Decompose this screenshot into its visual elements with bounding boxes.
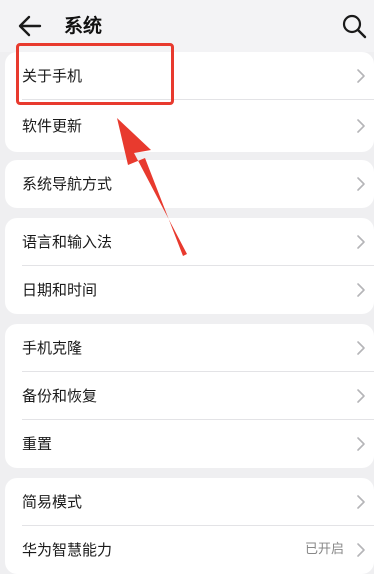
- menu-item-date-time[interactable]: 日期和时间: [5, 266, 374, 314]
- back-button[interactable]: [14, 12, 50, 40]
- menu-item-label: 日期和时间: [22, 281, 98, 299]
- menu-item-system-navigation[interactable]: 系统导航方式: [5, 160, 374, 208]
- menu-item-reset[interactable]: 重置: [5, 420, 374, 468]
- menu-item-label: 重置: [22, 435, 53, 453]
- chevron-right-icon: [357, 235, 365, 249]
- menu-item-label: 简易模式: [22, 493, 83, 511]
- chevron-right-icon: [357, 437, 365, 451]
- chevron-right-icon: [357, 177, 365, 191]
- menu-item-label: 手机克隆: [22, 339, 83, 357]
- chevron-right-icon: [357, 119, 365, 133]
- menu-item-language-input[interactable]: 语言和输入法: [5, 218, 374, 266]
- menu-item-label: 软件更新: [22, 117, 83, 135]
- menu-item-label: 备份和恢复: [22, 387, 98, 405]
- settings-group-language-date: 语言和输入法 日期和时间: [5, 218, 374, 314]
- chevron-right-icon: [357, 389, 365, 403]
- page-title: 系统: [64, 15, 103, 37]
- menu-item-phone-clone[interactable]: 手机克隆: [5, 324, 374, 372]
- chevron-right-icon: [357, 69, 365, 83]
- menu-item-label: 华为智慧能力: [22, 541, 113, 559]
- settings-group-backup-reset: 手机克隆 备份和恢复 重置: [5, 324, 374, 468]
- chevron-right-icon: [357, 283, 365, 297]
- search-icon: [342, 14, 367, 39]
- menu-item-huawei-smart[interactable]: 华为智慧能力 已开启: [5, 526, 374, 574]
- arrow-left-icon: [18, 15, 42, 37]
- menu-item-label: 语言和输入法: [22, 233, 113, 251]
- chevron-right-icon: [357, 341, 365, 355]
- menu-item-software-update[interactable]: 软件更新: [5, 100, 374, 152]
- settings-group-navigation: 系统导航方式: [5, 160, 374, 208]
- annotation-highlight-box: [16, 43, 174, 105]
- menu-item-label: 系统导航方式: [22, 175, 113, 193]
- search-button[interactable]: [340, 12, 368, 40]
- menu-item-simple-mode[interactable]: 简易模式: [5, 478, 374, 526]
- menu-item-backup-restore[interactable]: 备份和恢复: [5, 372, 374, 420]
- menu-item-value: 已开启: [305, 542, 345, 557]
- chevron-right-icon: [357, 495, 365, 509]
- settings-group-simple-mode: 简易模式 华为智慧能力 已开启: [5, 478, 374, 574]
